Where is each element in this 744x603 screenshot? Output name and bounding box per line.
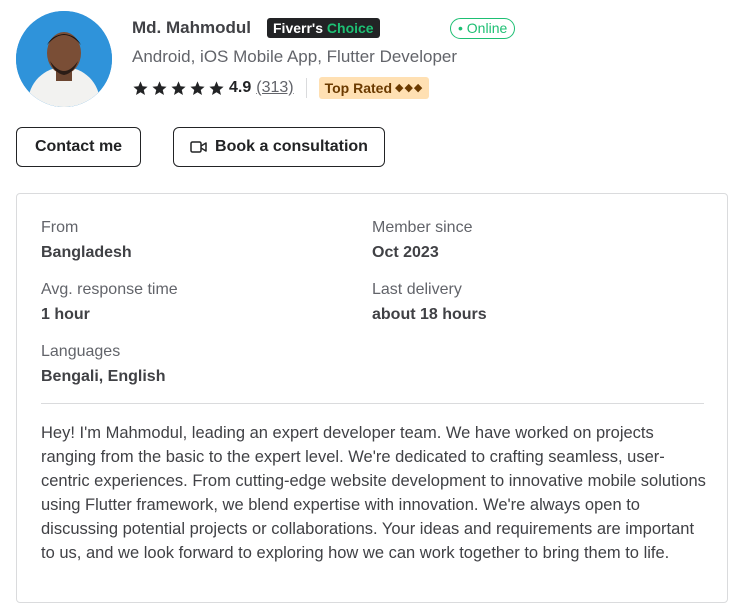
seller-bio: Hey! I'm Mahmodul, leading an expert dev… [41, 424, 706, 562]
seller-name[interactable]: Md. Mahmodul [132, 18, 251, 38]
star-icon [190, 80, 205, 95]
badge-brand: Fiverr's [273, 20, 324, 36]
star-icon [152, 80, 167, 95]
response-time-label: Avg. response time [41, 281, 178, 298]
member-since-label: Member since [372, 219, 473, 236]
rating-row: 4.9 (313) Top Rated ◆◆◆ [132, 77, 430, 99]
from-label: From [41, 219, 79, 236]
online-status-label: Online [466, 20, 508, 36]
fiverrs-choice-badge: Fiverr's Choice [267, 18, 380, 38]
rating-divider [305, 78, 307, 98]
seller-avatar[interactable] [16, 11, 112, 107]
rating-score: 4.9 [229, 79, 252, 96]
online-status-badge: • Online [450, 18, 516, 39]
languages-value: Bengali, English [41, 368, 166, 385]
avatar-photo [16, 11, 112, 107]
video-camera-icon [190, 141, 207, 153]
seller-tagline: Android, iOS Mobile App, Flutter Develop… [132, 47, 458, 66]
panel-divider [41, 403, 704, 404]
star-icon [171, 80, 186, 95]
member-since-value: Oct 2023 [372, 244, 439, 261]
star-icon [209, 80, 224, 95]
seller-info-panel: From Bangladesh Member since Oct 2023 Av… [16, 193, 728, 603]
from-value: Bangladesh [41, 244, 132, 261]
languages-label: Languages [41, 343, 121, 360]
book-consultation-button[interactable]: Book a consultation [173, 127, 385, 167]
badge-choice: Choice [326, 20, 374, 36]
last-delivery-label: Last delivery [372, 281, 462, 298]
top-rated-label: Top Rated [324, 80, 393, 96]
top-rated-badge: Top Rated ◆◆◆ [318, 77, 430, 99]
contact-me-button[interactable]: Contact me [16, 127, 141, 167]
review-count-link[interactable]: (313) [256, 79, 293, 97]
star-rating [132, 80, 225, 97]
last-delivery-value: about 18 hours [372, 306, 487, 323]
online-dot-icon: • [458, 20, 463, 36]
star-icon [133, 80, 148, 95]
book-consultation-label: Book a consultation [215, 138, 368, 155]
response-time-value: 1 hour [41, 306, 90, 323]
diamond-icons: ◆◆◆ [395, 82, 424, 94]
